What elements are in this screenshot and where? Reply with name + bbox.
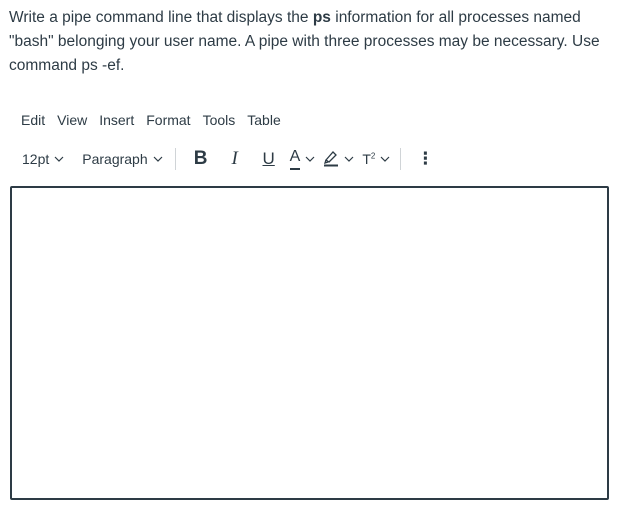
- editor-toolbar: 12pt Paragraph B I U A T2 ⋮: [16, 146, 441, 172]
- chevron-down-icon: [153, 154, 163, 164]
- italic-button[interactable]: I: [218, 146, 252, 172]
- highlighter-icon: [323, 149, 339, 170]
- block-format-dropdown[interactable]: Paragraph: [76, 146, 168, 172]
- question-text: Write a pipe command line that displays …: [9, 6, 609, 78]
- editor-menubar: Edit View Insert Format Tools Table: [15, 110, 287, 130]
- chevron-down-icon: [380, 154, 390, 164]
- menu-table[interactable]: Table: [241, 110, 286, 130]
- underline-button[interactable]: U: [252, 146, 286, 172]
- highlight-color-dropdown[interactable]: [319, 146, 358, 172]
- chevron-down-icon: [54, 154, 64, 164]
- menu-tools[interactable]: Tools: [197, 110, 242, 130]
- menu-edit[interactable]: Edit: [15, 110, 51, 130]
- menu-view[interactable]: View: [51, 110, 93, 130]
- chevron-down-icon: [305, 154, 315, 164]
- toolbar-divider: [174, 148, 176, 170]
- bold-button[interactable]: B: [184, 146, 218, 172]
- underline-icon: U: [262, 149, 275, 168]
- block-format-value: Paragraph: [82, 151, 148, 167]
- font-size-value: 12pt: [22, 151, 50, 167]
- more-options-button[interactable]: ⋮: [409, 146, 441, 172]
- toolbar-divider: [400, 148, 402, 170]
- chevron-down-icon: [344, 154, 354, 164]
- italic-icon: I: [231, 148, 238, 169]
- menu-format[interactable]: Format: [140, 110, 196, 130]
- superscript-letter: T: [362, 151, 371, 167]
- rich-text-editor-area[interactable]: [10, 186, 609, 500]
- text-color-icon: A: [289, 148, 301, 170]
- bold-icon: B: [193, 148, 208, 169]
- superscript-icon: T2: [362, 151, 375, 167]
- question-bold-ps: ps: [312, 9, 331, 26]
- superscript-dropdown[interactable]: T2: [358, 146, 394, 172]
- superscript-number: 2: [370, 151, 376, 161]
- vertical-ellipsis-icon: ⋮: [416, 149, 434, 168]
- text-color-dropdown[interactable]: A: [286, 146, 320, 172]
- menu-insert[interactable]: Insert: [93, 110, 140, 130]
- question-part-1: Write a pipe command line that displays …: [9, 9, 313, 26]
- font-size-dropdown[interactable]: 12pt: [16, 146, 70, 172]
